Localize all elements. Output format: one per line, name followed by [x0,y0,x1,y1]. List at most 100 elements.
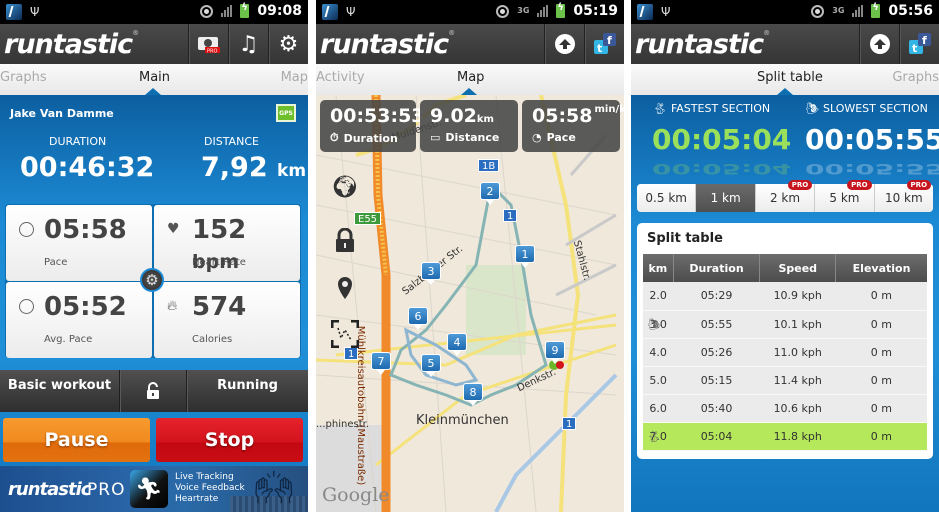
tab-bar: Split table Graphs [631,64,939,95]
km-marker[interactable]: 7 [371,352,391,375]
split-table-screen: Ψ 3G 05:56 runtastic® tf Split table Gra… [631,0,939,512]
table-row-fastest: 🐇︎ 7.0 05:04 11.8 kph 0 m [643,422,927,451]
label-text: FASTEST SECTION [670,102,771,115]
map-type-button[interactable]: 🌍︎ [330,175,360,200]
lock-map-button[interactable] [330,227,360,258]
gps-icon [200,4,214,18]
tab-graphs[interactable]: Graphs [892,70,939,85]
metric-cell-pace[interactable]: 05:58 Pace [6,205,152,281]
metric-label: Heart Rate [192,257,246,268]
metric-cell-calories[interactable]: 🔥︎ 574 Calories [154,282,300,358]
km-marker[interactable]: 2 [480,182,500,205]
banner-logo: runtastic [8,479,91,500]
gauge-icon [19,299,34,314]
battery-icon [240,2,250,18]
fit-route-icon [330,319,360,349]
tab-main[interactable]: Main [139,70,170,85]
stat-value: 00:53:53 [330,105,425,127]
cell-km: 5.0 [643,366,674,395]
globe-icon: 🌍︎ [331,175,359,200]
stat-unit: min/km [594,104,624,115]
slowest-section-value: 00:05:55 [805,123,939,156]
distance-number: 7,92 [201,152,268,183]
map-view[interactable]: Muldenstr. Salzburger Str. Stahlstr. Den… [316,95,624,512]
runtastic-logo: runtastic® [635,29,770,60]
lock-button[interactable] [120,370,186,412]
segment-2-km[interactable]: 2 km PRO [755,180,816,212]
cell-speed: 11.0 kph [759,338,836,367]
cell-km: 🐇︎ 7.0 [643,422,674,451]
settings-button[interactable]: ⚙ [268,24,308,64]
cell-duration: 05:15 [673,366,760,395]
share-social-button[interactable]: tf [899,24,939,64]
distance-unit: km [277,161,307,181]
sport-type-button[interactable]: Running [187,370,308,412]
svg-text:t: t [597,42,602,55]
pro-badge: PRO [787,180,813,190]
gps-status-badge: GPS [276,104,296,122]
share-social-button[interactable]: tf [584,24,624,64]
gear-icon: ⚙ [145,271,159,289]
segment-5-km[interactable]: 5 km PRO [815,180,875,212]
camera-pro-button[interactable]: PRO [188,24,228,64]
map-stat-distance: 9.02km ▭ Distance [420,100,518,152]
map-stat-pace: 05:58min/km ◔ Pace [522,100,624,152]
pause-button[interactable]: Pause [3,418,150,462]
stop-button[interactable]: Stop [156,418,303,462]
segment-0-5-km[interactable]: 0.5 km [637,184,697,212]
segment-label: 10 km [884,191,923,205]
duration-label: DURATION [49,135,107,148]
cell-elevation: 0 m [835,394,927,423]
pro-upgrade-banner[interactable]: runtastic PRO 🏃︎ Live Tracking Voice Fee… [0,466,308,512]
tab-graphs[interactable]: Graphs [0,70,47,85]
workout-type-button[interactable]: Basic workout [0,370,119,412]
active-tab-indicator [145,88,161,95]
upload-button[interactable] [859,24,899,64]
tab-bar: Graphs Main Map [0,64,308,95]
km-marker[interactable]: 4 [447,333,467,356]
upload-button[interactable] [544,24,584,64]
battery-icon [871,2,881,18]
battery-icon [556,2,566,18]
cell-speed: 10.6 kph [759,394,836,423]
my-location-button[interactable] [330,276,360,306]
metric-label: Avg. Pace [44,334,93,345]
metric-cell-avg-pace[interactable]: 05:52 Avg. Pace [6,282,152,358]
segment-10-km[interactable]: 10 km PRO [874,180,934,212]
km-marker[interactable]: 8 [463,383,483,406]
usb-icon: Ψ [346,5,356,19]
tab-map[interactable]: Map [281,70,308,85]
tab-map[interactable]: Map [457,70,484,85]
segment-label: 2 km [769,191,801,205]
google-attribution: Google [322,484,390,506]
music-button[interactable]: ♫ [228,24,268,64]
km-marker[interactable]: 1 [515,245,535,268]
km-marker[interactable]: 3 [421,262,441,285]
cell-km: 🐌︎ 3.0 [643,310,674,339]
usb-icon: Ψ [661,5,671,19]
logo-text: runtastic [635,29,764,60]
segment-1-km[interactable]: 1 km [696,184,756,212]
metric-label: Pace [44,257,68,268]
ruler-icon: ▭ [430,131,441,144]
km-marker[interactable]: 6 [408,307,428,330]
metric-cell-heart-rate[interactable]: ♥ 152 bpm Heart Rate [154,205,300,281]
flame-icon: 🔥︎ [167,298,178,314]
tab-activity[interactable]: Activity [316,70,365,85]
split-distance-selector: 0.5 km 1 km 2 km PRO 5 km PRO 10 km PRO [637,180,934,212]
pro-badge: PRO [906,180,932,190]
km-marker[interactable]: 5 [421,354,441,377]
cell-elevation: 0 m [835,310,927,339]
cell-speed: 10.9 kph [759,282,836,311]
active-tab-indicator [777,88,793,95]
unlock-icon [147,382,159,399]
lock-icon [336,227,354,252]
fit-route-button[interactable] [330,319,360,354]
twitter-facebook-icon: tf [908,33,931,55]
configure-metrics-button[interactable]: ⚙ [140,268,164,292]
svg-text:t: t [912,42,917,55]
gauge-icon [19,222,34,237]
stat-value: 9.02km [430,105,494,127]
km-marker[interactable]: 9 [545,341,565,364]
tab-split-table[interactable]: Split table [757,70,823,85]
